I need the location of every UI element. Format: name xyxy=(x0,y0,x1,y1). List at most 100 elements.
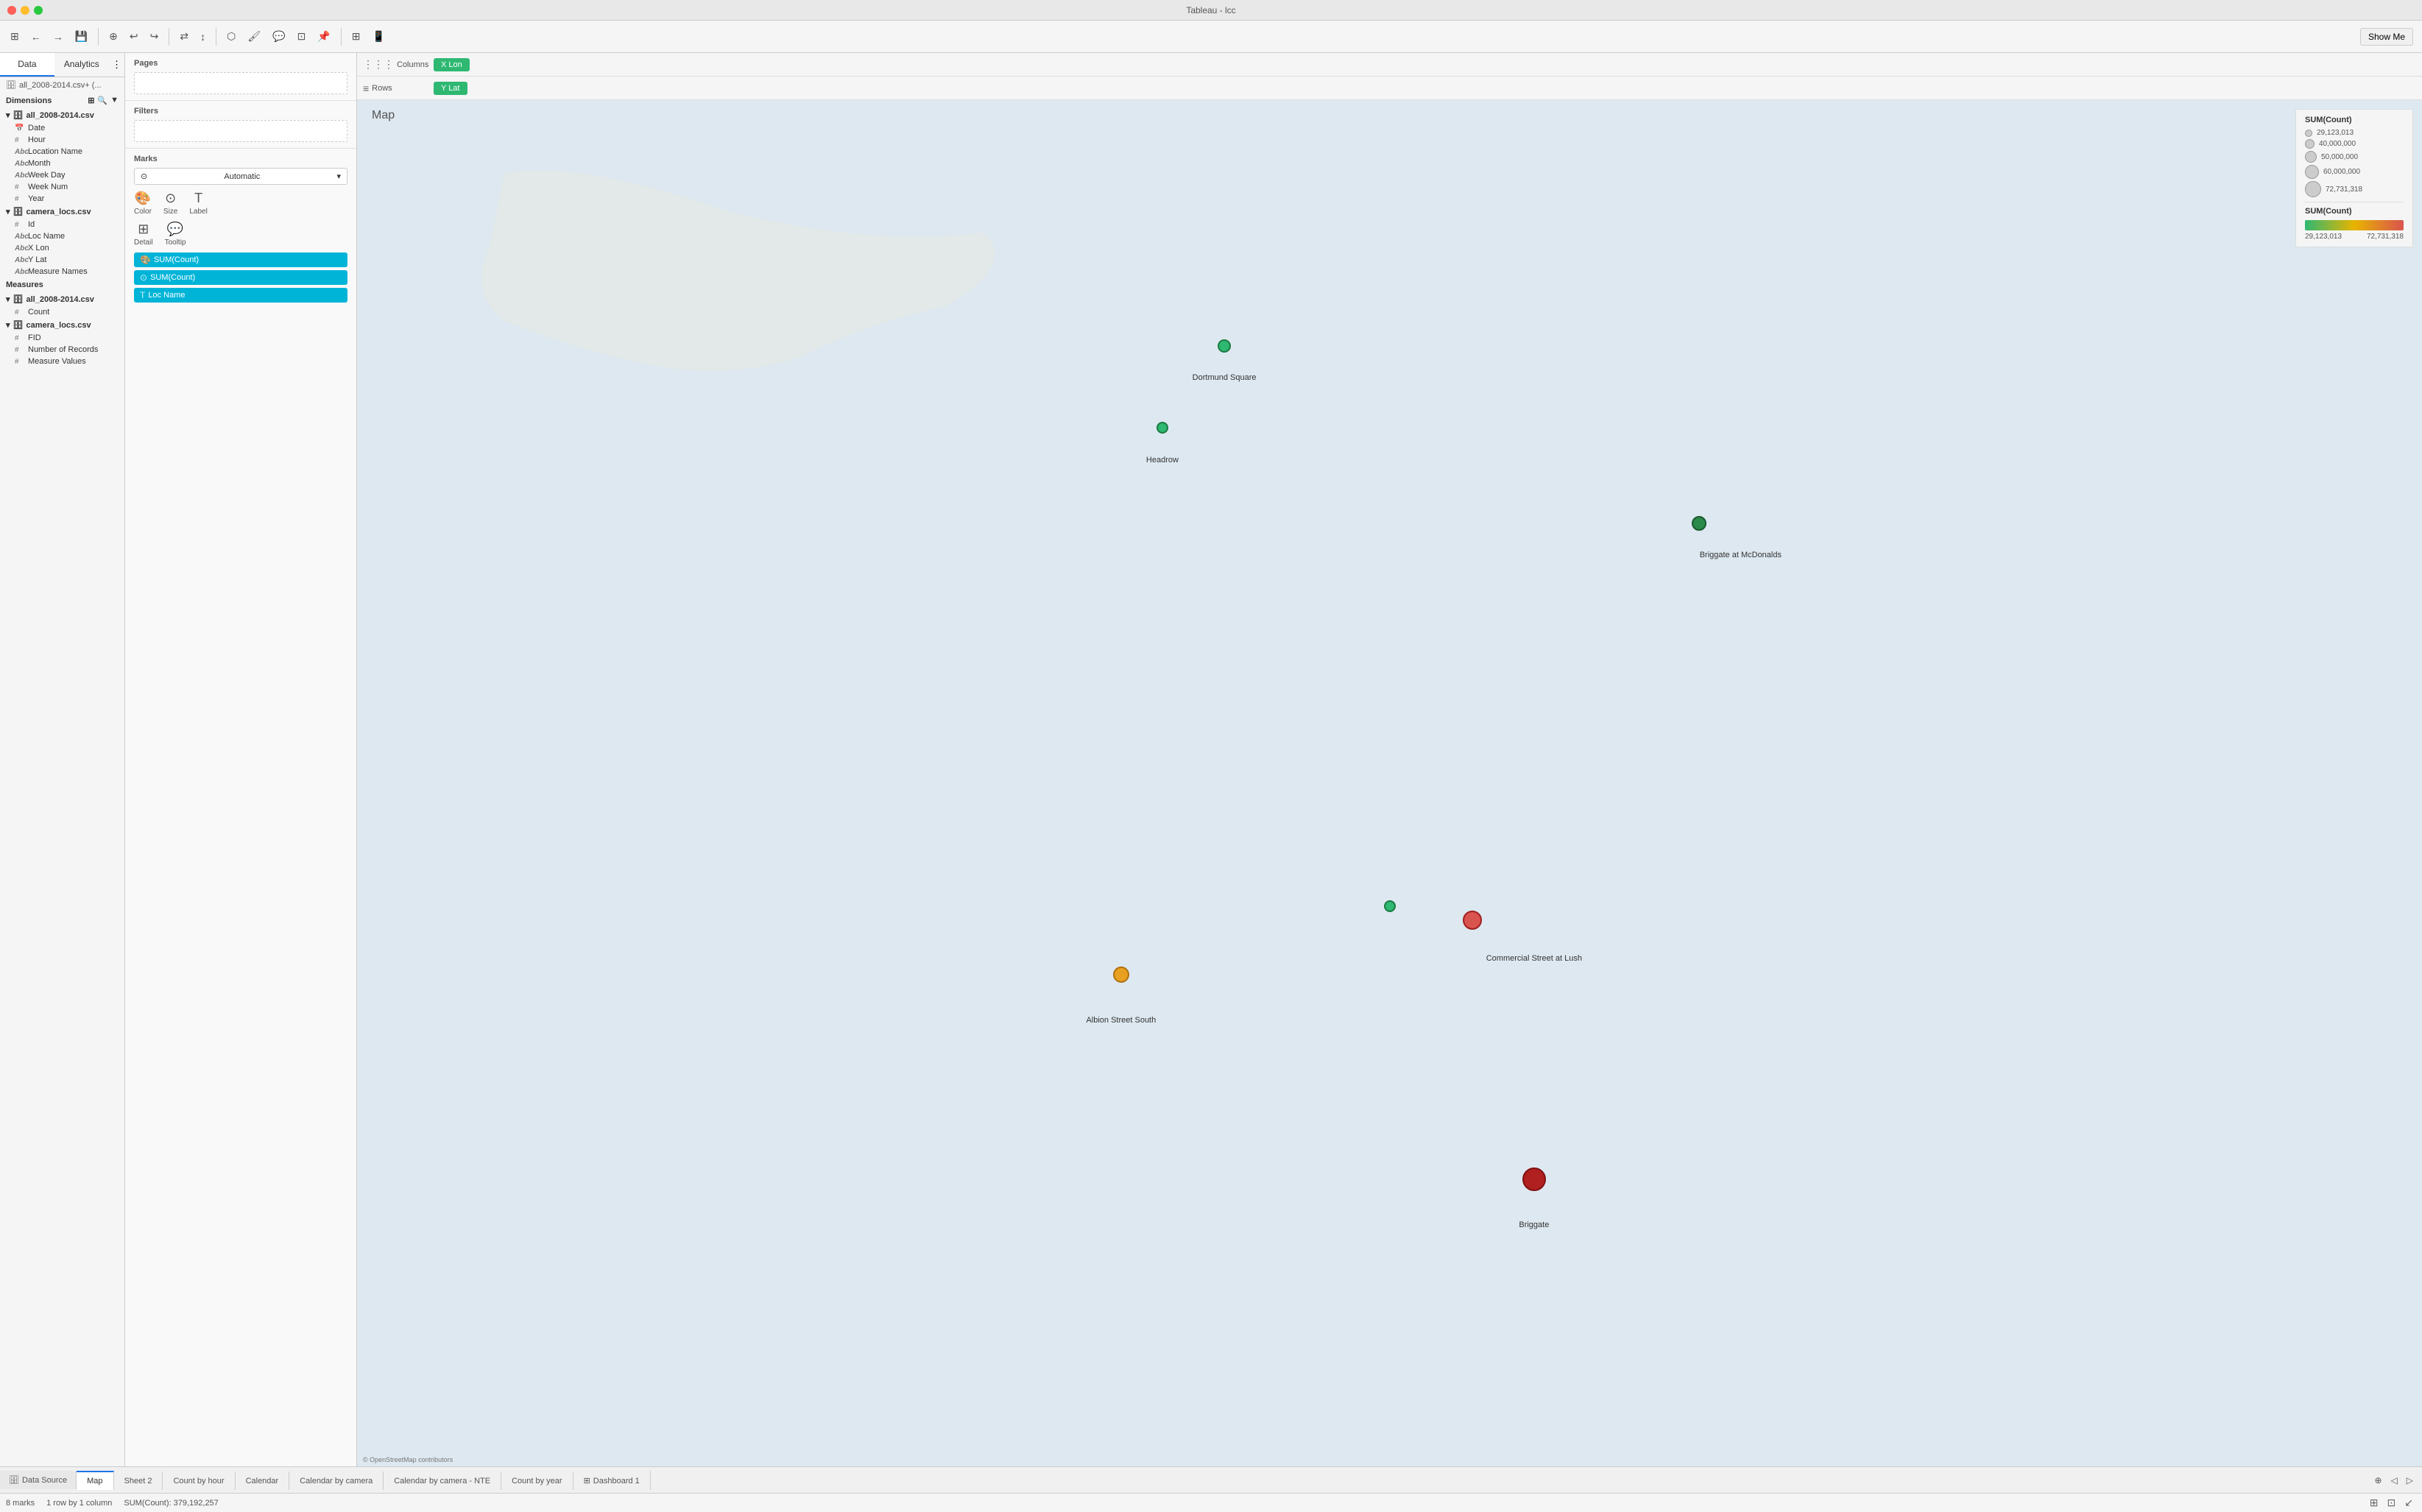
measures-datasource2-label: camera_locs.csv xyxy=(27,321,91,330)
show-me-button[interactable]: Show Me xyxy=(2360,28,2413,46)
tab-calendar-by-camera[interactable]: Calendar by camera xyxy=(289,1471,384,1490)
marks-button[interactable]: ⬡ xyxy=(222,27,240,46)
dim-week-day[interactable]: Abc Week Day xyxy=(0,169,124,181)
format-button[interactable]: 🖌 xyxy=(243,27,265,46)
y-lat-pill[interactable]: Y Lat xyxy=(434,82,467,95)
dim-date[interactable]: 📅 Date xyxy=(0,122,124,134)
dim-month[interactable]: Abc Month xyxy=(0,158,124,169)
forward-button[interactable]: → xyxy=(49,28,68,46)
minimize-button[interactable] xyxy=(21,6,29,15)
tooltip-button[interactable]: 💬 xyxy=(268,27,289,46)
save-button[interactable]: 💾 xyxy=(71,27,92,46)
legend-circle-3 xyxy=(2305,151,2317,163)
add-icon[interactable]: ▼ xyxy=(110,96,119,105)
undo-button[interactable]: ↩ xyxy=(125,27,143,46)
back-button[interactable]: ← xyxy=(27,28,46,46)
analytics-tab[interactable]: Analytics xyxy=(54,53,109,77)
tab-dashboard1[interactable]: ⊞ Dashboard 1 xyxy=(573,1470,651,1490)
hash-icon6: # xyxy=(15,334,25,342)
measure-count[interactable]: # Count xyxy=(0,306,124,318)
new-sheet-icon[interactable]: ⊕ xyxy=(2371,1472,2384,1488)
x-lon-pill[interactable]: X Lon xyxy=(434,58,470,71)
color-button[interactable]: 🎨 Color xyxy=(134,191,152,216)
collapse-icon4: ▾ xyxy=(6,320,10,330)
close-button[interactable] xyxy=(7,6,16,15)
measure-values[interactable]: # Measure Values xyxy=(0,356,124,367)
search-icon[interactable]: 🔍 xyxy=(97,96,107,105)
new-datasource-button[interactable]: ⊕ xyxy=(105,27,122,46)
dim-x-lon[interactable]: Abc X Lon xyxy=(0,242,124,254)
pin-button[interactable]: 📌 xyxy=(313,27,334,46)
grid-view-icon[interactable]: ⊞ xyxy=(88,96,94,105)
label-briggate: Briggate xyxy=(1519,1220,1549,1229)
legend-max-label: 72,731,318 xyxy=(2367,233,2404,241)
measures-datasource1-header[interactable]: ▾ 🗄 all_2008-2014.csv xyxy=(0,292,124,306)
dim-id[interactable]: # Id xyxy=(0,219,124,230)
tab-map[interactable]: Map xyxy=(77,1471,113,1490)
dim-measure-names[interactable]: Abc Measure Names xyxy=(0,266,124,278)
swap-button[interactable]: ⇄ xyxy=(175,27,193,46)
redo-button[interactable]: ↪ xyxy=(146,27,163,46)
dim-year[interactable]: # Year xyxy=(0,193,124,205)
dim-hour[interactable]: # Hour xyxy=(0,134,124,146)
mark-pill-size[interactable]: ⊙ SUM(Count) xyxy=(134,270,347,285)
map-dots-container: Dortmund Square Headrow Briggate at McDo… xyxy=(357,100,2422,1466)
database-icon: 🗄 xyxy=(6,80,16,90)
label-briggate-mcdonalds: Briggate at McDonalds xyxy=(1700,551,1782,559)
legend-gradient-labels: 29,123,013 72,731,318 xyxy=(2305,233,2404,241)
data-tab[interactable]: Data xyxy=(0,53,54,77)
tab-calendar[interactable]: Calendar xyxy=(236,1471,290,1490)
marks-type-dropdown[interactable]: ⊙ Automatic ▾ xyxy=(134,168,347,185)
pages-drop-zone[interactable] xyxy=(134,72,347,94)
tab-calendar-by-camera-nte[interactable]: Calendar by camera - NTE xyxy=(384,1471,501,1490)
label-button[interactable]: T Label xyxy=(189,191,207,216)
measure-fid[interactable]: # FID xyxy=(0,332,124,344)
size-icon: ⊙ xyxy=(165,191,176,206)
view-button[interactable]: ⊞ xyxy=(347,27,365,46)
maximize-button[interactable] xyxy=(34,6,43,15)
label-icon: T xyxy=(194,191,202,206)
datasource1-header[interactable]: ▾ 🗄 all_2008-2014.csv xyxy=(0,108,124,122)
tab-count-by-hour[interactable]: Count by hour xyxy=(163,1471,235,1490)
filters-drop-zone[interactable] xyxy=(134,120,347,142)
legend-size-title: SUM(Count) xyxy=(2305,116,2404,124)
dim-location-name-label: Location Name xyxy=(28,147,82,156)
label-dortmund-square: Dortmund Square xyxy=(1193,373,1257,382)
fit-icon[interactable]: ⊡ xyxy=(2384,1495,2399,1511)
toolbar: ⊞ ← → 💾 ⊕ ↩ ↪ ⇄ ↕ ⬡ 🖌 💬 ⊡ 📌 ⊞ 📱 Show Me xyxy=(0,21,2422,53)
datasource2-header[interactable]: ▾ 🗄 camera_locs.csv xyxy=(0,205,124,219)
detail-button[interactable]: ⊞ Detail xyxy=(134,222,153,247)
sort-asc-button[interactable]: ↕ xyxy=(196,28,210,46)
dim-loc-name[interactable]: Abc Loc Name xyxy=(0,230,124,242)
bottom-tabs: 🗄 Data Source Map Sheet 2 Count by hour … xyxy=(0,1466,2422,1493)
db-icon: 🗄 xyxy=(9,1475,19,1485)
size-button[interactable]: ⊙ Size xyxy=(163,191,177,216)
measure-num-records[interactable]: # Number of Records xyxy=(0,344,124,356)
middle-panel: Pages Filters Marks ⊙ Automatic ▾ 🎨 Colo… xyxy=(125,53,357,1466)
dim-y-lat[interactable]: Abc Y Lat xyxy=(0,254,124,266)
scroll-left-icon[interactable]: ◁ xyxy=(2388,1472,2401,1488)
dimensions-group2: ▾ 🗄 camera_locs.csv # Id Abc Loc Name Ab… xyxy=(0,205,124,278)
tab-count-by-year[interactable]: Count by year xyxy=(501,1471,573,1490)
dim-location-name[interactable]: Abc Location Name xyxy=(0,146,124,158)
mark-pill-label[interactable]: T Loc Name xyxy=(134,288,347,303)
measures-datasource2-icon: 🗄 xyxy=(13,320,24,330)
mark-pill-color[interactable]: 🎨 SUM(Count) xyxy=(134,252,347,267)
arrow-icon[interactable]: ↙ xyxy=(2401,1495,2416,1511)
panel-options-button[interactable]: ⋮ xyxy=(109,53,124,77)
measures-datasource2-header[interactable]: ▾ 🗄 camera_locs.csv xyxy=(0,318,124,332)
measure-values-label: Measure Values xyxy=(28,357,86,366)
dim-week-num[interactable]: # Week Num xyxy=(0,181,124,193)
date-icon: 📅 xyxy=(15,124,25,133)
tab-sheet2[interactable]: Sheet 2 xyxy=(114,1471,163,1490)
zoom-icon[interactable]: ⊞ xyxy=(2367,1495,2382,1511)
legend-value-1: 29,123,013 xyxy=(2317,129,2354,137)
device-button[interactable]: 📱 xyxy=(367,27,389,46)
tooltip-button[interactable]: 💬 Tooltip xyxy=(165,222,186,247)
fit-button[interactable]: ⊡ xyxy=(293,27,311,46)
tab-data-source[interactable]: 🗄 Data Source xyxy=(0,1471,77,1489)
grid-icon[interactable]: ⊞ xyxy=(6,27,24,46)
scroll-right-icon[interactable]: ▷ xyxy=(2404,1472,2416,1488)
columns-shelf: ⋮⋮⋮ Columns X Lon xyxy=(357,53,2422,77)
legend-circle-1 xyxy=(2305,130,2312,137)
